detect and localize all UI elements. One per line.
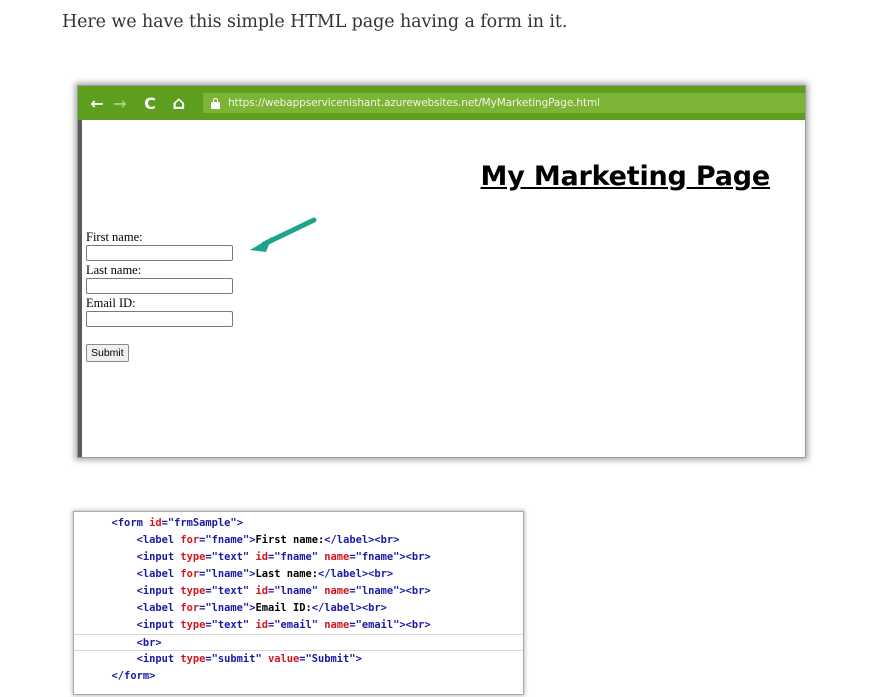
code-line: <input type="text" id="fname" name="fnam… — [136, 551, 431, 563]
browser-toolbar: ← → C ⌂ https://webappservicenishant.azu… — [78, 86, 805, 120]
code-line: <label for="fname">First name:</label><b… — [136, 534, 400, 546]
last-name-input[interactable] — [86, 278, 233, 294]
sample-form: First name: Last name: Email ID: Submit — [86, 231, 233, 362]
form-spacer — [86, 330, 233, 344]
last-name-label: Last name: — [86, 263, 142, 277]
back-arrow-icon[interactable]: ← — [86, 86, 108, 120]
email-label: Email ID: — [86, 296, 136, 310]
url-text: https://webappservicenishant.azurewebsit… — [228, 97, 600, 109]
submit-button[interactable]: Submit — [86, 344, 129, 362]
code-line: <input type="submit" value="Submit"> — [136, 653, 362, 665]
home-icon[interactable]: ⌂ — [168, 86, 190, 120]
address-bar[interactable]: https://webappservicenishant.azurewebsit… — [203, 93, 805, 113]
first-name-label: First name: — [86, 230, 143, 244]
page-title: My Marketing Page — [480, 161, 771, 192]
code-line: <label for="lname">Last name:</label><br… — [136, 568, 394, 580]
code-line: <form id="frmSample"> — [111, 517, 243, 529]
intro-paragraph: Here we have this simple HTML page havin… — [62, 12, 568, 32]
arrow-pointer-icon — [250, 217, 317, 252]
browser-screenshot: ← → C ⌂ https://webappservicenishant.azu… — [77, 85, 806, 458]
reload-icon[interactable]: C — [139, 86, 161, 120]
code-line: <input type="text" id="lname" name="lnam… — [136, 585, 431, 597]
code-snippet: <form id="frmSample"> <label for="fname"… — [73, 511, 524, 695]
forward-arrow-icon[interactable]: → — [109, 86, 131, 120]
code-line: </form> — [111, 670, 156, 682]
code-line: <label for="lname">Email ID:</label><br> — [136, 602, 387, 614]
code-line: <br> — [74, 634, 523, 651]
lock-icon — [211, 97, 220, 109]
email-input[interactable] — [86, 311, 233, 327]
first-name-input[interactable] — [86, 245, 233, 261]
code-line: <input type="text" id="email" name="emai… — [136, 619, 431, 631]
